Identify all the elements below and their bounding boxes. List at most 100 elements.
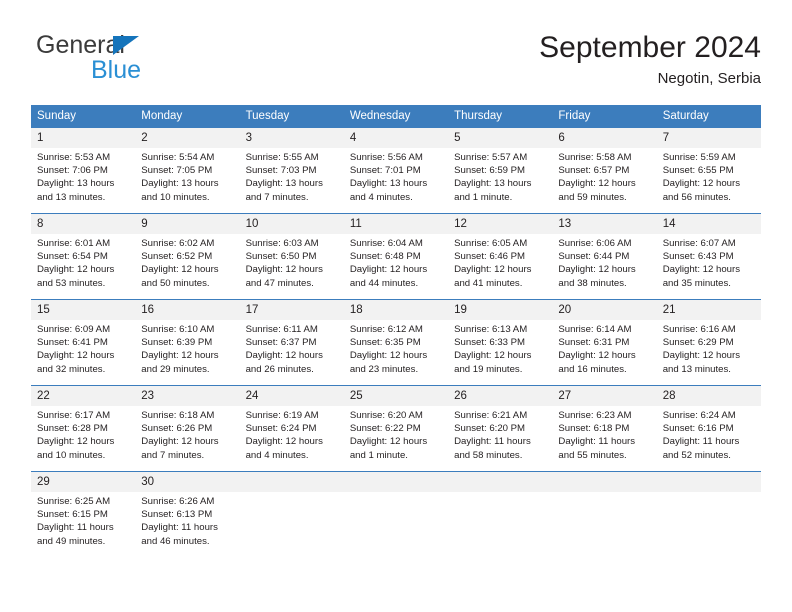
day-number[interactable]: 1 bbox=[31, 128, 135, 148]
day-number[interactable]: 15 bbox=[31, 300, 135, 320]
day-detail-line: Sunrise: 6:01 AM bbox=[37, 238, 111, 249]
day-number[interactable]: 2 bbox=[135, 128, 239, 148]
day-number[interactable]: 22 bbox=[31, 386, 135, 406]
day-detail-line: Sunset: 6:15 PM bbox=[37, 509, 108, 521]
day-detail-line: Sunrise: 6:04 AM bbox=[349, 238, 423, 249]
day-cell[interactable]: Sunrise: 6:12 AM Sunset: 6:35 PM Daylight:… bbox=[344, 320, 448, 385]
day-detail-line: Sunrise: 5:58 AM bbox=[558, 152, 632, 163]
day-detail-line: Sunrise: 6:18 AM bbox=[141, 410, 215, 421]
day-detail-line: Sunset: 7:01 PM bbox=[349, 165, 421, 177]
day-cell[interactable]: Sunrise: 5:57 AM Sunset: 6:59 PM Daylight:… bbox=[448, 148, 552, 213]
day-cell[interactable]: Sunrise: 6:11 AM Sunset: 6:37 PM Daylight:… bbox=[240, 320, 344, 385]
day-number[interactable]: 30 bbox=[135, 472, 239, 492]
day-cell[interactable]: Sunrise: 6:03 AM Sunset: 6:50 PM Daylight:… bbox=[240, 234, 344, 299]
day-detail-line: Sunrise: 6:02 AM bbox=[141, 238, 215, 249]
day-cell[interactable]: Sunrise: 6:06 AM Sunset: 6:44 PM Daylight:… bbox=[552, 234, 656, 299]
day-number[interactable]: 10 bbox=[240, 214, 344, 234]
day-detail-line: Daylight: 12 hours bbox=[141, 436, 219, 448]
day-cell[interactable]: Sunrise: 5:58 AM Sunset: 6:57 PM Daylight:… bbox=[552, 148, 656, 213]
day-cell[interactable]: Sunrise: 6:01 AM Sunset: 6:54 PM Daylight:… bbox=[31, 234, 135, 299]
day-detail-line: Sunset: 6:24 PM bbox=[245, 423, 317, 435]
day-detail-line: and 19 minutes. bbox=[454, 363, 523, 375]
day-number[interactable]: 23 bbox=[135, 386, 239, 406]
day-cell[interactable]: Sunrise: 6:18 AM Sunset: 6:26 PM Daylight:… bbox=[135, 406, 239, 471]
day-cell[interactable]: Sunrise: 6:24 AM Sunset: 6:16 PM Daylight:… bbox=[657, 406, 761, 471]
day-number[interactable]: 3 bbox=[240, 128, 344, 148]
calendar-week-row: 1 2 3 4 5 6 7 Sunrise: 5:53 AM Sunset: 7:06 PM Da… bbox=[31, 128, 761, 213]
day-number[interactable]: 27 bbox=[552, 386, 656, 406]
day-detail-line: Sunset: 6:41 PM bbox=[37, 337, 108, 349]
day-detail-line: Sunrise: 6:10 AM bbox=[141, 324, 215, 335]
day-cell[interactable]: Sunrise: 6:10 AM Sunset: 6:39 PM Daylight:… bbox=[135, 320, 239, 385]
day-cell[interactable]: Sunrise: 5:54 AM Sunset: 7:05 PM Daylight:… bbox=[135, 148, 239, 213]
day-cell[interactable]: Sunrise: 6:17 AM Sunset: 6:28 PM Daylight:… bbox=[31, 406, 135, 471]
day-detail-line: and 26 minutes. bbox=[245, 363, 314, 375]
weekday-header-wednesday: Wednesday bbox=[349, 110, 411, 122]
day-number[interactable]: 7 bbox=[657, 128, 761, 148]
day-cell[interactable]: Sunrise: 5:53 AM Sunset: 7:06 PM Daylight:… bbox=[31, 148, 135, 213]
day-detail-line: Daylight: 12 hours bbox=[454, 350, 532, 362]
day-detail-line: Sunrise: 6:16 AM bbox=[662, 324, 736, 335]
day-cell[interactable]: Sunrise: 6:05 AM Sunset: 6:46 PM Daylight:… bbox=[448, 234, 552, 299]
calendar-week-row: 22 23 24 25 26 27 28 Sunrise: 6:17 AM Sunset: 6:… bbox=[31, 385, 761, 471]
day-detail-line: and 23 minutes. bbox=[349, 363, 419, 375]
day-detail-line: Sunset: 6:54 PM bbox=[37, 251, 108, 263]
day-cell[interactable]: Sunrise: 6:02 AM Sunset: 6:52 PM Daylight:… bbox=[135, 234, 239, 299]
day-detail-line: Daylight: 11 hours bbox=[454, 436, 531, 448]
weekday-header-sunday: Sunday bbox=[37, 110, 77, 122]
day-detail-line: and 32 minutes. bbox=[37, 363, 106, 375]
day-cell[interactable]: Sunrise: 5:56 AM Sunset: 7:01 PM Daylight:… bbox=[344, 148, 448, 213]
day-detail-line: Sunset: 6:26 PM bbox=[141, 423, 213, 435]
day-cell[interactable]: Sunrise: 6:26 AM Sunset: 6:13 PM Daylight:… bbox=[135, 492, 239, 557]
day-number[interactable]: 8 bbox=[31, 214, 135, 234]
day-cell[interactable]: Sunrise: 6:19 AM Sunset: 6:24 PM Daylight:… bbox=[240, 406, 344, 471]
day-detail-line: Sunrise: 6:20 AM bbox=[349, 410, 423, 421]
day-number[interactable]: 18 bbox=[344, 300, 448, 320]
day-number[interactable]: 29 bbox=[31, 472, 135, 492]
day-cell[interactable]: Sunrise: 6:25 AM Sunset: 6:15 PM Daylight:… bbox=[31, 492, 135, 557]
day-detail-line: Sunset: 6:59 PM bbox=[454, 165, 526, 177]
day-detail-line: Daylight: 12 hours bbox=[662, 178, 741, 190]
day-cell[interactable]: Sunrise: 6:20 AM Sunset: 6:22 PM Daylight:… bbox=[344, 406, 448, 471]
day-cell[interactable]: Sunrise: 6:23 AM Sunset: 6:18 PM Daylight:… bbox=[552, 406, 656, 471]
day-detail-line: Daylight: 13 hours bbox=[37, 178, 115, 190]
day-number[interactable]: 14 bbox=[657, 214, 761, 234]
day-detail-line: Sunset: 6:39 PM bbox=[141, 337, 213, 349]
day-number[interactable]: 9 bbox=[135, 214, 239, 234]
day-cell[interactable]: Sunrise: 6:16 AM Sunset: 6:29 PM Daylight:… bbox=[657, 320, 761, 385]
week-date-numbers: 8 9 10 11 12 13 14 bbox=[31, 214, 761, 234]
day-cell[interactable]: Sunrise: 6:09 AM Sunset: 6:41 PM Daylight:… bbox=[31, 320, 135, 385]
day-detail-line: Daylight: 13 hours bbox=[245, 178, 323, 190]
day-number[interactable]: 28 bbox=[657, 386, 761, 406]
day-number-empty bbox=[657, 472, 761, 492]
day-detail-line: and 7 minutes. bbox=[141, 449, 205, 461]
day-number[interactable]: 25 bbox=[344, 386, 448, 406]
day-number[interactable]: 20 bbox=[552, 300, 656, 320]
day-number[interactable]: 6 bbox=[552, 128, 656, 148]
day-number[interactable]: 16 bbox=[135, 300, 239, 320]
day-cell[interactable]: Sunrise: 5:59 AM Sunset: 6:55 PM Daylight:… bbox=[657, 148, 761, 213]
day-cell[interactable]: Sunrise: 6:21 AM Sunset: 6:20 PM Daylight:… bbox=[448, 406, 552, 471]
day-number[interactable]: 5 bbox=[448, 128, 552, 148]
day-number[interactable]: 24 bbox=[240, 386, 344, 406]
day-number[interactable]: 21 bbox=[657, 300, 761, 320]
day-number[interactable]: 17 bbox=[240, 300, 344, 320]
day-detail-line: Sunset: 6:44 PM bbox=[558, 251, 630, 263]
day-cell[interactable]: Sunrise: 6:04 AM Sunset: 6:48 PM Daylight:… bbox=[344, 234, 448, 299]
day-cell[interactable]: Sunrise: 5:55 AM Sunset: 7:03 PM Daylight:… bbox=[240, 148, 344, 213]
day-number[interactable]: 13 bbox=[552, 214, 656, 234]
day-number[interactable]: 19 bbox=[448, 300, 552, 320]
day-number[interactable]: 26 bbox=[448, 386, 552, 406]
day-number[interactable]: 11 bbox=[344, 214, 448, 234]
day-detail-line: Daylight: 12 hours bbox=[454, 264, 532, 276]
day-detail-line: and 16 minutes. bbox=[558, 363, 627, 375]
day-detail-line: and 49 minutes. bbox=[37, 535, 106, 547]
day-detail-line: and 13 minutes. bbox=[37, 191, 106, 203]
day-detail-line: Sunrise: 6:14 AM bbox=[558, 324, 632, 335]
day-cell[interactable]: Sunrise: 6:13 AM Sunset: 6:33 PM Daylight:… bbox=[448, 320, 552, 385]
day-cell[interactable]: Sunrise: 6:07 AM Sunset: 6:43 PM Daylight:… bbox=[657, 234, 761, 299]
day-number[interactable]: 4 bbox=[344, 128, 448, 148]
day-number[interactable]: 12 bbox=[448, 214, 552, 234]
day-detail-line: and 59 minutes. bbox=[558, 191, 627, 203]
day-cell[interactable]: Sunrise: 6:14 AM Sunset: 6:31 PM Daylight:… bbox=[552, 320, 656, 385]
